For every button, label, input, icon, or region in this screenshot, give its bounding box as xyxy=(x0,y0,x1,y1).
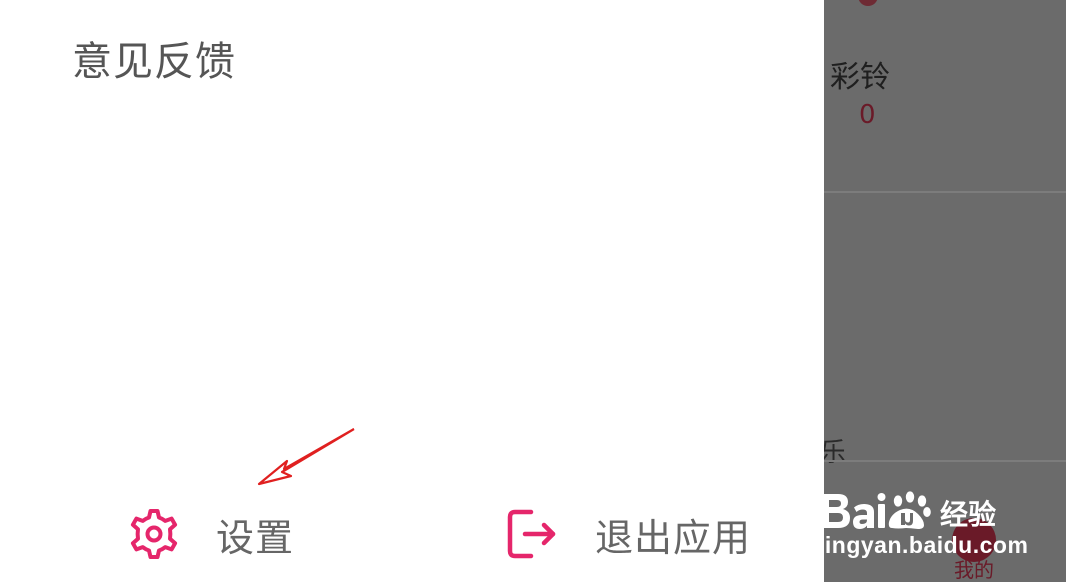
dimmed-background-page[interactable]: 彩铃 0 乐 我的 xyxy=(824,0,1066,582)
settings-label: 设置 xyxy=(216,515,295,560)
navigation-drawer: 意见反馈 设置 退出应用 xyxy=(0,0,824,582)
partial-section-title: 乐 xyxy=(824,438,847,468)
feedback-menu-item[interactable]: 意见反馈 xyxy=(72,36,236,88)
exit-app-icon xyxy=(505,506,561,562)
ringtone-stat-value: 0 xyxy=(859,100,876,130)
tabbar-divider xyxy=(824,460,1066,462)
notification-dot xyxy=(858,0,878,6)
ringtone-stat-label: 彩铃 xyxy=(830,60,890,95)
annotation-arrow-icon xyxy=(257,428,355,486)
gear-icon xyxy=(126,506,182,562)
divider xyxy=(824,191,1066,193)
settings-button[interactable]: 设置 xyxy=(126,504,294,564)
exit-app-button[interactable]: 退出应用 xyxy=(505,504,751,564)
exit-app-label: 退出应用 xyxy=(595,515,752,560)
profile-tab-label: 我的 xyxy=(954,558,994,582)
